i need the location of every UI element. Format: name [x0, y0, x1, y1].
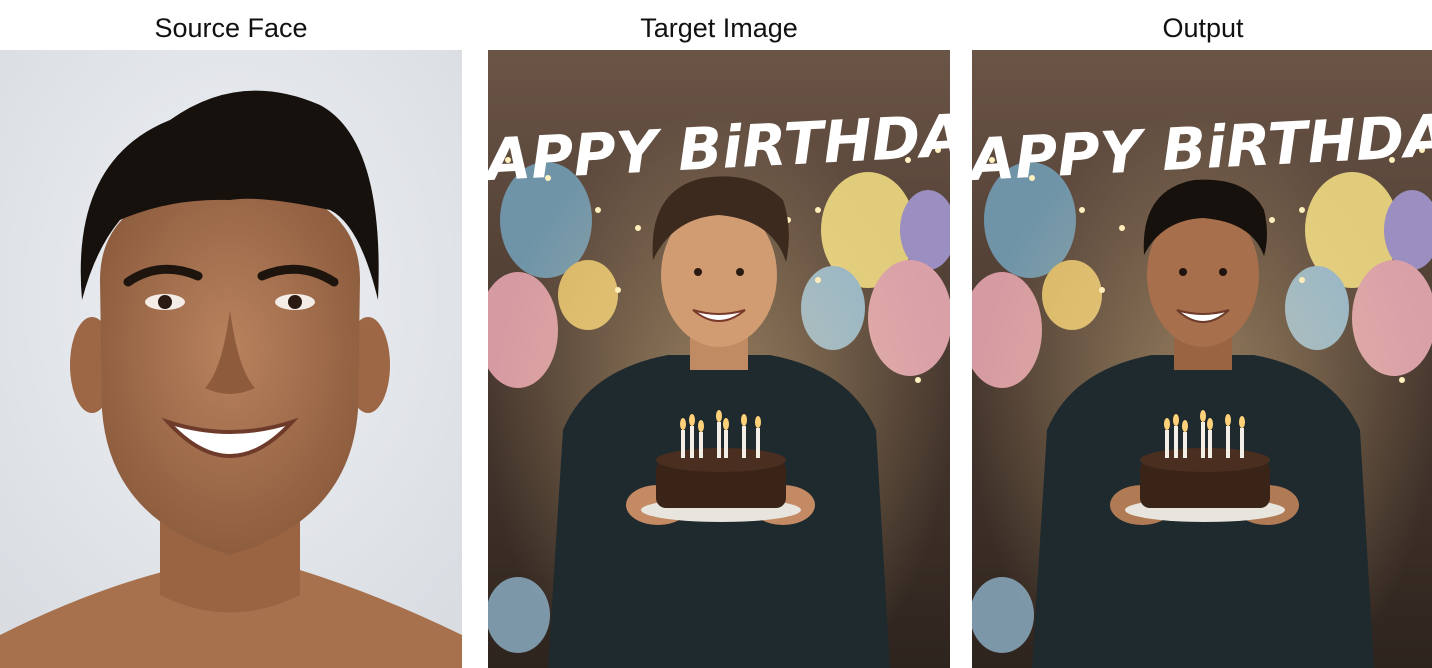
caption-output: Output	[1162, 13, 1244, 43]
output-image: HAPPY BiRTHDAY	[972, 50, 1432, 668]
source-face-image	[0, 50, 462, 668]
caption-source-face: Source Face	[154, 13, 308, 43]
target-image: HAPPY BiRTHDAY	[488, 50, 950, 668]
panel-output: Output HAPPY BiRTHDAY	[972, 0, 1432, 668]
panel-target-image: Target Image HAPPY BiRTHDAY	[488, 0, 950, 668]
caption-target-image: Target Image	[640, 13, 798, 43]
panel-source-face: Source Face	[0, 0, 462, 668]
